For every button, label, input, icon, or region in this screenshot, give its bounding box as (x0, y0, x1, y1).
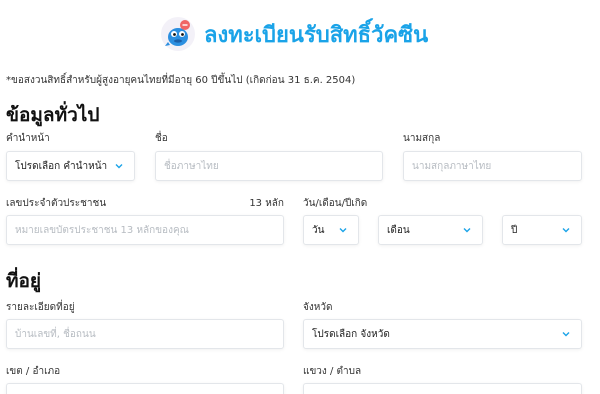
birth-date-label: วัน/เดือน/ปีเกิด (303, 198, 368, 209)
last-name-placeholder: นามสกุลภาษาไทย (412, 160, 492, 172)
id-number-label: เลขประจำตัวประชาชน (6, 198, 107, 209)
prefix-label: คำนำหน้า (6, 133, 50, 144)
first-name-input[interactable]: ชื่อภาษาไทย (155, 151, 383, 181)
chevron-down-icon (561, 329, 571, 339)
address-detail-input[interactable]: บ้านเลขที่, ชื่อถนน (6, 319, 284, 349)
section-title-general: ข้อมูลทั่วไป (6, 104, 100, 126)
address-detail-placeholder: บ้านเลขที่, ชื่อถนน (15, 328, 96, 340)
mascot-icon (160, 16, 196, 52)
id-number-placeholder: หมายเลขบัตรประชาชน 13 หลักของคุณ (15, 224, 189, 236)
birth-month-value: เดือน (387, 224, 410, 236)
chevron-down-icon (462, 225, 472, 235)
birth-day-select[interactable]: วัน (303, 215, 359, 245)
prefix-select-value: โปรดเลือก คำนำหน้า (15, 160, 108, 172)
section-title-address: ที่อยู่ (6, 270, 42, 292)
prefix-select[interactable]: โปรดเลือก คำนำหน้า (6, 151, 135, 181)
district-label: เขต / อำเภอ (6, 366, 61, 377)
birth-year-value: ปี (511, 224, 518, 236)
birth-day-value: วัน (312, 224, 325, 236)
chevron-down-icon (338, 225, 348, 235)
birth-year-select[interactable]: ปี (502, 215, 582, 245)
province-select[interactable]: โปรดเลือก จังหวัด (303, 319, 582, 349)
address-detail-label: รายละเอียดที่อยู่ (6, 302, 75, 313)
id-number-hint: 13 หลัก (249, 198, 284, 209)
subdistrict-label: แขวง / ตำบล (303, 366, 362, 377)
chevron-down-icon (561, 225, 571, 235)
subdistrict-select[interactable] (303, 383, 582, 394)
chevron-down-icon (114, 161, 124, 171)
eligibility-note: *ขอสงวนสิทธิ์สำหรับผู้สูงอายุคนไทยที่มีอ… (6, 75, 356, 86)
district-select[interactable] (6, 383, 284, 394)
last-name-label: นามสกุล (403, 133, 441, 144)
birth-month-select[interactable]: เดือน (378, 215, 483, 245)
province-select-value: โปรดเลือก จังหวัด (312, 328, 390, 340)
page-header: ลงทะเบียนรับสิทธิ์วัคซีน (0, 14, 600, 54)
first-name-placeholder: ชื่อภาษาไทย (164, 160, 219, 172)
province-label: จังหวัด (303, 302, 333, 313)
last-name-input[interactable]: นามสกุลภาษาไทย (403, 151, 582, 181)
page-title: ลงทะเบียนรับสิทธิ์วัคซีน (204, 23, 429, 48)
first-name-label: ชื่อ (155, 133, 168, 144)
id-number-input[interactable]: หมายเลขบัตรประชาชน 13 หลักของคุณ (6, 215, 284, 245)
